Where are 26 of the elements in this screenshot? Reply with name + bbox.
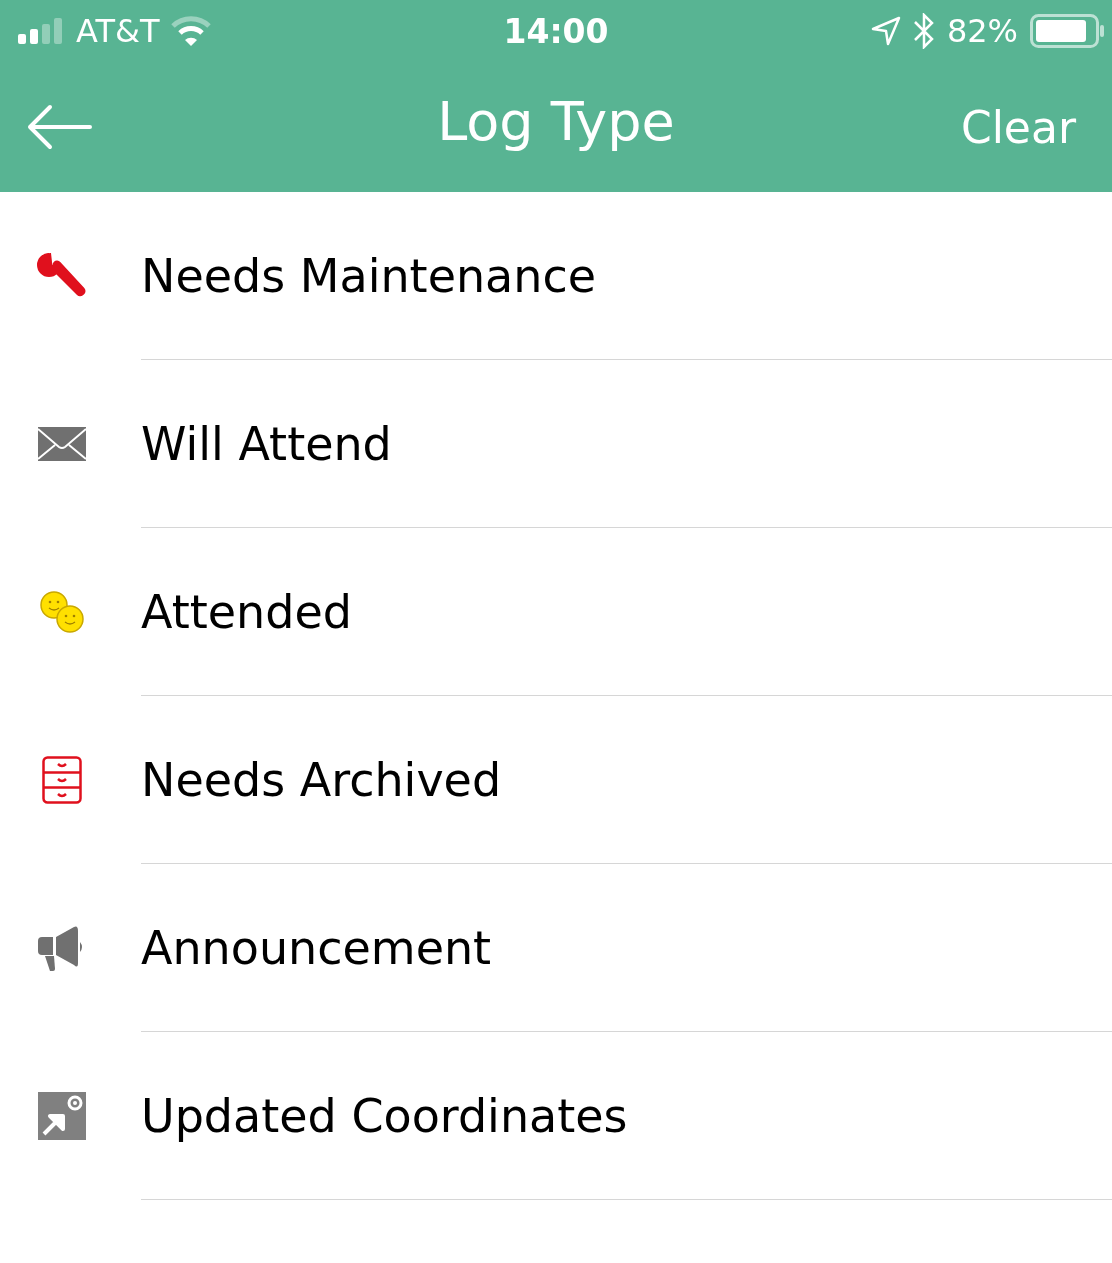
- item-label: Announcement: [141, 921, 492, 975]
- smiley-faces-icon: [38, 590, 85, 634]
- item-label: Updated Coordinates: [141, 1089, 628, 1143]
- battery-icon: [1030, 14, 1106, 48]
- log-type-item[interactable]: Attended: [0, 528, 1112, 696]
- item-label: Needs Archived: [141, 753, 502, 807]
- log-type-item[interactable]: Needs Archived: [0, 696, 1112, 864]
- carrier-name: AT&T: [76, 12, 160, 50]
- log-type-item[interactable]: Needs Maintenance: [0, 192, 1112, 360]
- battery-percent: 82%: [946, 12, 1018, 50]
- arrow-to-target-icon: [37, 1092, 86, 1140]
- item-label: Needs Maintenance: [141, 249, 597, 303]
- location-arrow-icon: [870, 16, 901, 46]
- log-type-item[interactable]: Announcement: [0, 864, 1112, 1032]
- log-type-item[interactable]: Will Attend: [0, 360, 1112, 528]
- file-cabinet-icon: [41, 756, 82, 804]
- page-title: Log Type: [437, 90, 675, 153]
- envelope-icon: [37, 427, 86, 461]
- wifi-icon: [171, 16, 212, 46]
- back-button[interactable]: [26, 104, 92, 150]
- status-time: 14:00: [503, 11, 609, 51]
- bluetooth-icon: [912, 13, 935, 49]
- signal-icon: [18, 18, 64, 44]
- item-label: Will Attend: [141, 417, 392, 471]
- log-type-item[interactable]: Updated Coordinates: [0, 1032, 1112, 1200]
- item-label: Attended: [141, 585, 352, 639]
